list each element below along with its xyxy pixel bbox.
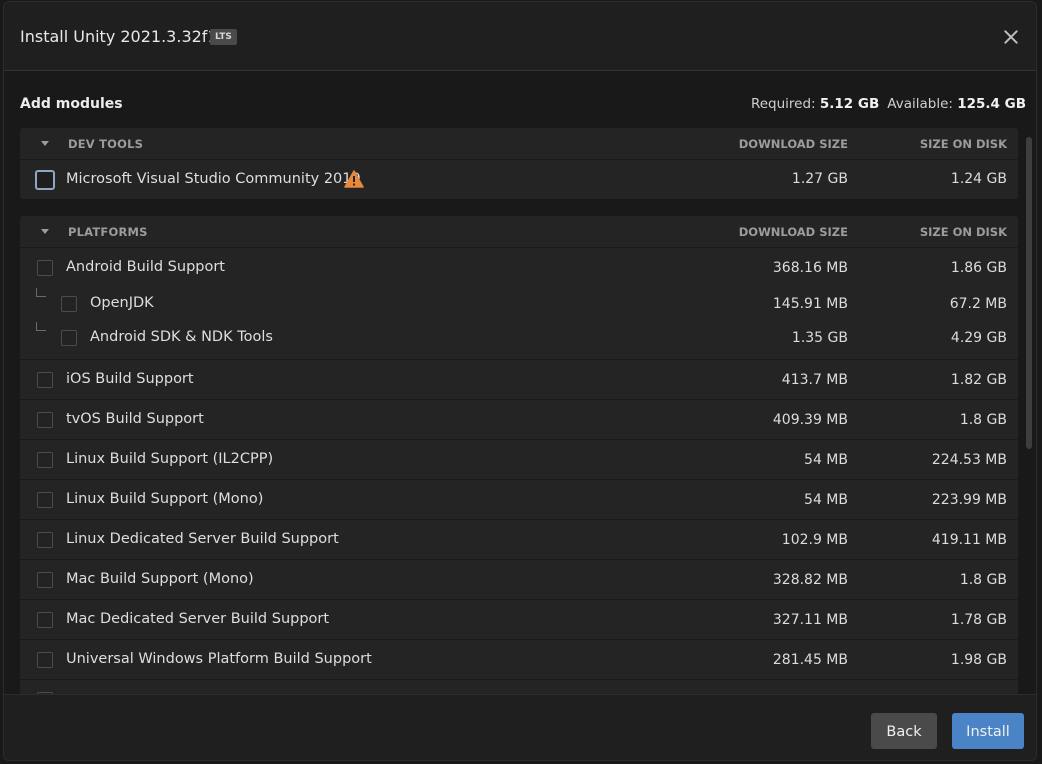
size-on-disk: 1.98 GB <box>950 652 1007 668</box>
module-row-partial[interactable] <box>20 679 1018 695</box>
available-value: 125.4 GB <box>957 96 1026 112</box>
module-label: Mac Dedicated Server Build Support <box>66 611 330 627</box>
size-on-disk: 223.99 MB <box>931 492 1007 508</box>
download-size: 368.16 MB <box>772 260 848 276</box>
module-row[interactable]: Mac Dedicated Server Build Support 327.1… <box>20 599 1018 639</box>
collapse-triangle-icon[interactable] <box>41 141 49 146</box>
download-size: 327.11 MB <box>772 612 848 628</box>
module-label: Linux Dedicated Server Build Support <box>66 531 339 547</box>
module-row[interactable]: Mac Build Support (Mono) 328.82 MB 1.8 G… <box>20 559 1018 599</box>
module-label: Mac Build Support (Mono) <box>66 571 254 587</box>
module-label: Universal Windows Platform Build Support <box>66 651 372 667</box>
platforms-title: PLATFORMS <box>68 225 148 239</box>
checkbox[interactable] <box>37 412 53 428</box>
required-value: 5.12 GB <box>819 96 880 112</box>
module-row[interactable]: Linux Dedicated Server Build Support 102… <box>20 519 1018 559</box>
size-on-disk: 1.86 GB <box>950 260 1007 276</box>
dev-tools-header[interactable]: DEV TOOLS DOWNLOAD SIZE SIZE ON DISK <box>20 128 1018 160</box>
module-row[interactable]: Linux Build Support (Mono) 54 MB 223.99 … <box>20 479 1018 519</box>
tree-branch-icon <box>36 322 46 331</box>
install-button[interactable]: Install <box>952 713 1024 749</box>
module-label: Linux Build Support (IL2CPP) <box>66 451 274 467</box>
size-on-disk: 1.8 GB <box>959 572 1007 588</box>
required-label: Required: <box>750 96 816 112</box>
warning-icon <box>344 170 364 188</box>
dialog-titlebar: Install Unity 2021.3.32f1 LTS <box>4 2 1036 71</box>
platforms-header[interactable]: PLATFORMS DOWNLOAD SIZE SIZE ON DISK <box>20 216 1018 248</box>
module-group-android: Android Build Support 368.16 MB 1.86 GB … <box>20 248 1018 359</box>
size-on-disk-column: SIZE ON DISK <box>919 225 1007 239</box>
module-row[interactable]: iOS Build Support 413.7 MB 1.82 GB <box>20 359 1018 399</box>
checkbox[interactable] <box>37 572 53 588</box>
dialog-footer: Back Install <box>4 694 1036 760</box>
size-on-disk: 224.53 MB <box>931 452 1007 468</box>
download-size: 328.82 MB <box>772 572 848 588</box>
size-on-disk: 419.11 MB <box>931 532 1007 548</box>
add-modules-heading: Add modules <box>20 96 123 112</box>
scrollbar-thumb[interactable] <box>1026 137 1032 449</box>
download-size: 413.7 MB <box>781 372 848 388</box>
tree-branch-icon <box>36 288 46 297</box>
modules-list: DEV TOOLS DOWNLOAD SIZE SIZE ON DISK Mic… <box>20 128 1018 695</box>
dev-tools-title: DEV TOOLS <box>68 137 144 151</box>
back-button[interactable]: Back <box>871 713 937 749</box>
checkbox[interactable] <box>37 612 53 628</box>
download-size: 102.9 MB <box>781 532 848 548</box>
checkbox[interactable] <box>37 492 53 508</box>
dev-tools-section: DEV TOOLS DOWNLOAD SIZE SIZE ON DISK Mic… <box>20 128 1018 199</box>
size-on-disk: 1.24 GB <box>950 171 1007 187</box>
size-on-disk: 4.29 GB <box>950 330 1007 346</box>
download-size: 145.91 MB <box>772 296 848 312</box>
close-icon[interactable] <box>998 24 1024 50</box>
module-label: tvOS Build Support <box>66 411 204 427</box>
download-size: 1.35 GB <box>791 330 848 346</box>
checkbox[interactable] <box>37 452 53 468</box>
checkbox[interactable] <box>37 260 53 276</box>
lts-badge: LTS <box>210 29 237 45</box>
download-size: 54 MB <box>804 452 848 468</box>
size-on-disk-column: SIZE ON DISK <box>919 137 1007 151</box>
install-dialog: Install Unity 2021.3.32f1 LTS Add module… <box>3 1 1037 761</box>
checkbox[interactable] <box>61 330 77 346</box>
size-on-disk: 67.2 MB <box>949 296 1007 312</box>
size-summary: Required: 5.12 GB Available: 125.4 GB <box>751 96 1026 112</box>
size-on-disk: 1.8 GB <box>959 412 1007 428</box>
collapse-triangle-icon[interactable] <box>41 229 49 234</box>
platforms-section: PLATFORMS DOWNLOAD SIZE SIZE ON DISK And… <box>20 216 1018 695</box>
download-size: 281.45 MB <box>772 652 848 668</box>
module-row-visual-studio[interactable]: Microsoft Visual Studio Community 2019 1… <box>20 160 1018 198</box>
module-row[interactable]: tvOS Build Support 409.39 MB 1.8 GB <box>20 399 1018 439</box>
submodule-label: Android SDK & NDK Tools <box>90 329 273 345</box>
checkbox[interactable] <box>61 296 77 312</box>
size-on-disk: 1.78 GB <box>950 612 1007 628</box>
checkbox[interactable] <box>35 170 55 190</box>
checkbox[interactable] <box>37 532 53 548</box>
submodule-label: OpenJDK <box>90 295 154 311</box>
download-size: 409.39 MB <box>772 412 848 428</box>
module-label: Linux Build Support (Mono) <box>66 491 264 507</box>
dialog-title: Install Unity 2021.3.32f1 <box>20 27 218 46</box>
module-row[interactable]: Linux Build Support (IL2CPP) 54 MB 224.5… <box>20 439 1018 479</box>
checkbox[interactable] <box>37 652 53 668</box>
checkbox[interactable] <box>37 372 53 388</box>
module-label: iOS Build Support <box>66 371 194 387</box>
download-size: 54 MB <box>804 492 848 508</box>
module-row[interactable]: Universal Windows Platform Build Support… <box>20 639 1018 679</box>
download-size: 1.27 GB <box>791 171 848 187</box>
download-size-column: DOWNLOAD SIZE <box>738 137 848 151</box>
size-on-disk: 1.82 GB <box>950 372 1007 388</box>
download-size-column: DOWNLOAD SIZE <box>738 225 848 239</box>
module-label: Microsoft Visual Studio Community 2019 <box>66 171 361 187</box>
available-label: Available: <box>887 96 953 112</box>
module-label: Android Build Support <box>66 259 225 275</box>
